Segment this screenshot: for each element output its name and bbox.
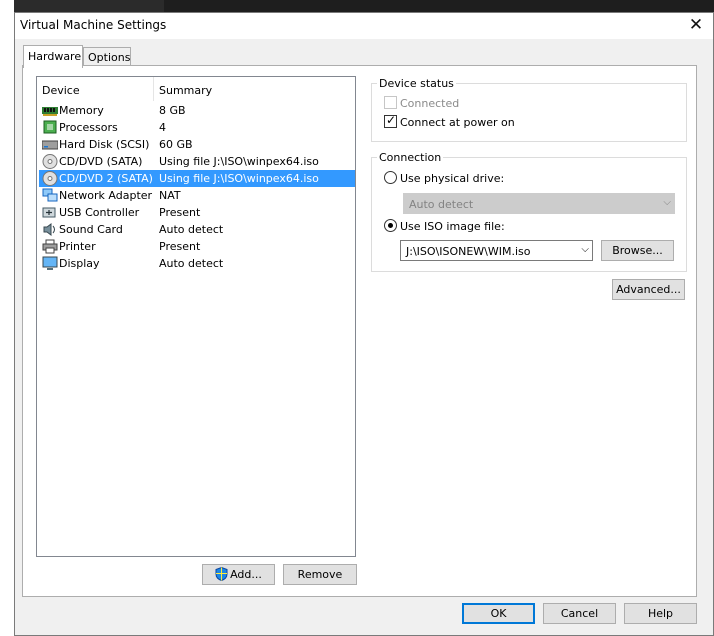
usb-icon: [42, 205, 58, 220]
ok-button-label: OK: [490, 607, 507, 620]
remove-device-button[interactable]: Remove: [283, 564, 357, 585]
tab-hardware[interactable]: Hardware: [23, 45, 83, 68]
device-name: USB Controller: [59, 206, 140, 219]
help-button-label: Help: [647, 607, 674, 620]
browse-button-label: Browse...: [612, 244, 663, 257]
use-physical-drive-radio[interactable]: [384, 171, 397, 184]
device-row-processors[interactable]: Processors 4: [39, 119, 355, 136]
device-row-hard-disk[interactable]: Hard Disk (SCSI) 60 GB: [39, 136, 355, 153]
device-summary: Auto detect: [159, 257, 224, 270]
device-summary: Present: [159, 240, 201, 253]
connection-group: Connection Use physical drive: Auto dete…: [371, 151, 687, 272]
help-button[interactable]: Help: [624, 603, 697, 624]
display-icon: [42, 256, 58, 271]
cancel-button[interactable]: Cancel: [543, 603, 616, 624]
use-physical-drive-label: Use physical drive:: [400, 172, 505, 185]
device-name: Network Adapter: [59, 189, 153, 202]
device-summary: Present: [159, 206, 201, 219]
background-desktop: [164, 0, 714, 12]
device-name: Hard Disk (SCSI): [59, 138, 150, 151]
physical-drive-value: Auto detect: [409, 198, 474, 211]
device-row-network-adapter[interactable]: Network Adapter NAT: [39, 187, 355, 204]
device-summary: 8 GB: [159, 104, 186, 117]
device-status-group: Device status Connected ✓ Connect at pow…: [371, 77, 687, 142]
chevron-down-icon[interactable]: ⌵: [581, 244, 589, 255]
use-iso-image-radio[interactable]: [384, 219, 397, 232]
device-row-cd-dvd[interactable]: CD/DVD (SATA) Using file J:\ISO\winpex64…: [39, 153, 355, 170]
device-summary: Using file J:\ISO\winpex64.iso: [159, 155, 319, 168]
device-name: Printer: [59, 240, 96, 253]
checkmark-icon: ✓: [386, 113, 397, 127]
device-summary: NAT: [159, 189, 181, 202]
radio-selected-dot: [388, 223, 393, 228]
tab-hardware-label: Hardware: [28, 50, 82, 63]
connection-label: Connection: [377, 151, 444, 164]
close-icon[interactable]: ✕: [679, 13, 713, 39]
vm-settings-dialog: Virtual Machine Settings ✕ Hardware Opti…: [14, 12, 714, 636]
use-iso-image-label: Use ISO image file:: [400, 220, 505, 233]
device-name: CD/DVD (SATA): [59, 155, 143, 168]
connected-label: Connected: [400, 97, 460, 110]
device-status-label: Device status: [377, 77, 456, 90]
device-summary: 4: [159, 121, 166, 134]
add-device-button[interactable]: Add...: [202, 564, 275, 585]
remove-button-label: Remove: [297, 568, 343, 581]
device-summary: Using file J:\ISO\winpex64.iso: [159, 172, 319, 185]
chevron-down-icon: ⌵: [663, 197, 671, 208]
device-row-printer[interactable]: Printer Present: [39, 238, 355, 255]
tab-options[interactable]: Options: [83, 47, 131, 67]
shield-icon: [215, 566, 228, 587]
printer-icon: [42, 239, 58, 254]
cd-dvd-icon: [42, 171, 58, 186]
column-divider[interactable]: [153, 77, 154, 101]
advanced-button[interactable]: Advanced...: [612, 279, 685, 300]
device-row-cd-dvd-2[interactable]: CD/DVD 2 (SATA) Using file J:\ISO\winpex…: [39, 170, 355, 187]
device-row-usb-controller[interactable]: USB Controller Present: [39, 204, 355, 221]
device-row-display[interactable]: Display Auto detect: [39, 255, 355, 272]
ok-button[interactable]: OK: [462, 603, 535, 624]
device-list-header: Device Summary: [37, 77, 355, 101]
device-name: Sound Card: [59, 223, 123, 236]
browse-button[interactable]: Browse...: [601, 240, 674, 261]
cd-dvd-icon: [42, 154, 58, 169]
memory-icon: [42, 103, 58, 118]
physical-drive-select: Auto detect ⌵: [403, 193, 675, 214]
advanced-button-label: Advanced...: [616, 283, 681, 296]
iso-path-value: J:\ISO\ISONEW\WIM.iso: [406, 245, 531, 258]
cancel-button-label: Cancel: [560, 607, 599, 620]
title-bar[interactable]: Virtual Machine Settings ✕: [15, 13, 713, 39]
device-list[interactable]: Device Summary Memory 8 GB Processors 4: [36, 76, 356, 557]
device-name: Memory: [59, 104, 104, 117]
device-row-sound-card[interactable]: Sound Card Auto detect: [39, 221, 355, 238]
iso-path-combo[interactable]: J:\ISO\ISONEW\WIM.iso ⌵: [400, 240, 593, 261]
network-adapter-icon: [42, 188, 58, 203]
processor-icon: [42, 120, 58, 135]
hard-disk-icon: [41, 137, 59, 152]
device-summary: 60 GB: [159, 138, 193, 151]
connect-at-power-on-checkbox[interactable]: ✓: [384, 113, 397, 128]
device-name: Processors: [59, 121, 118, 134]
sound-card-icon: [42, 222, 58, 237]
background-window-edge: [0, 0, 14, 636]
window-title: Virtual Machine Settings: [20, 18, 167, 32]
column-header-device[interactable]: Device: [42, 84, 80, 97]
connect-at-power-on-label: Connect at power on: [400, 116, 515, 129]
device-summary: Auto detect: [159, 223, 224, 236]
tab-options-label: Options: [88, 51, 131, 64]
device-name: Display: [59, 257, 100, 270]
add-button-label: Add...: [230, 568, 262, 581]
connected-checkbox[interactable]: [384, 96, 397, 109]
hardware-panel: Device Summary Memory 8 GB Processors 4: [22, 65, 697, 597]
device-row-memory[interactable]: Memory 8 GB: [39, 102, 355, 119]
column-header-summary[interactable]: Summary: [159, 84, 212, 97]
device-name: CD/DVD 2 (SATA): [59, 172, 153, 185]
